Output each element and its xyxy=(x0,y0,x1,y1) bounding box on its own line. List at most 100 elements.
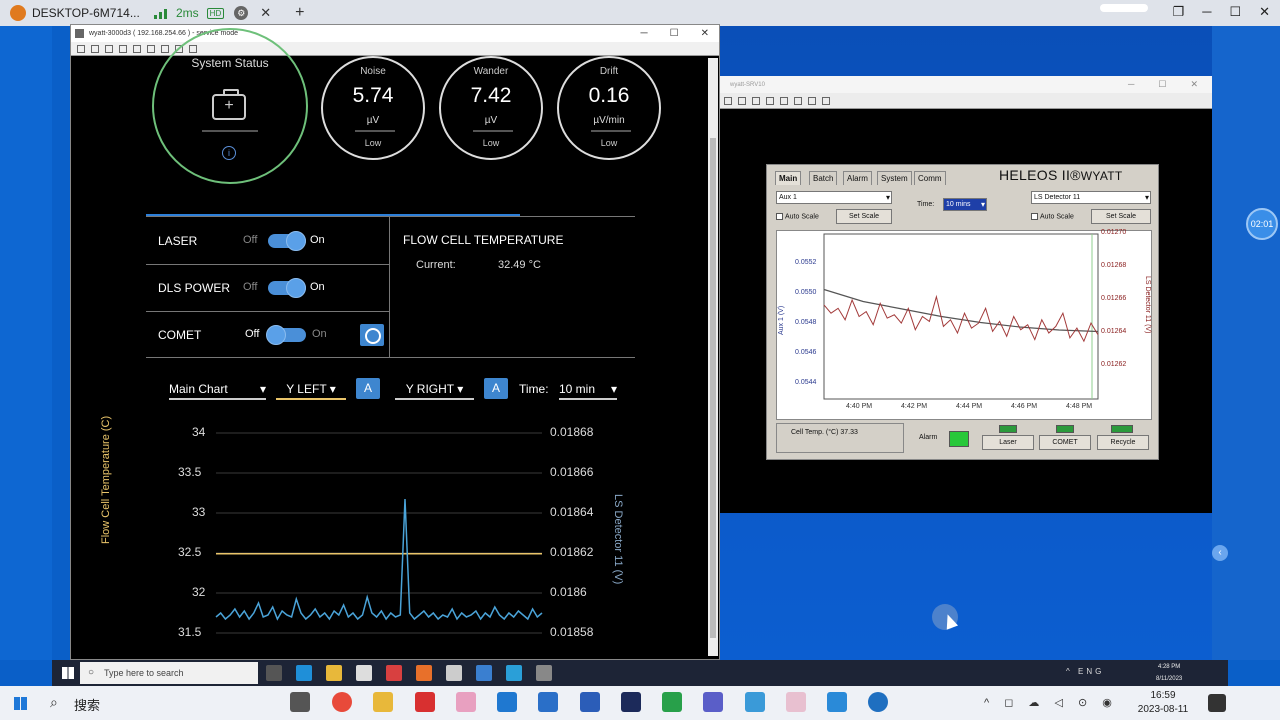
dls-power-toggle[interactable] xyxy=(268,278,306,298)
info-icon[interactable]: i xyxy=(222,146,236,160)
minimize-button[interactable]: ─ xyxy=(1202,4,1211,20)
teams-icon[interactable] xyxy=(703,692,723,712)
local-system-tray[interactable]: ^ ◻ ☁ ◁ ⊙ ◉ xyxy=(984,696,1118,709)
vertical-scrollbar[interactable] xyxy=(708,58,718,656)
maximize-button[interactable]: ☐ xyxy=(1158,79,1166,90)
app-icon[interactable] xyxy=(786,692,806,712)
new-tab-button[interactable]: + xyxy=(295,4,304,22)
tab-system[interactable]: System xyxy=(877,171,912,185)
toolbar-icon[interactable] xyxy=(808,96,816,105)
maximize-button[interactable]: ☐ xyxy=(670,28,679,39)
hd-badge[interactable]: HD xyxy=(206,7,225,19)
dls-power-label: DLS POWER xyxy=(158,281,231,295)
close-button[interactable]: ✕ xyxy=(701,28,709,39)
photoshop-icon[interactable] xyxy=(621,692,641,712)
toolbar-icon[interactable] xyxy=(77,44,85,53)
right-auto-scale-checkbox[interactable]: Auto Scale xyxy=(1031,213,1074,220)
minimize-button[interactable]: ─ xyxy=(1128,79,1134,90)
minimize-button[interactable]: ─ xyxy=(641,28,648,39)
app-icon[interactable] xyxy=(446,665,462,681)
toolbar-icon[interactable] xyxy=(133,44,141,53)
chevron-left-icon[interactable]: ‹ xyxy=(1212,545,1228,561)
settings-icon[interactable]: ⚙ xyxy=(234,6,249,20)
toolbar-icon[interactable] xyxy=(822,96,830,105)
local-search-label[interactable]: 搜索 xyxy=(74,695,100,714)
right-signal-select[interactable]: LS Detector 11 xyxy=(1031,191,1151,204)
mail-icon[interactable] xyxy=(497,692,517,712)
notification-icon[interactable] xyxy=(1208,694,1226,712)
app-icon[interactable] xyxy=(456,692,476,712)
toolbar-icon[interactable] xyxy=(766,96,774,105)
app-icon[interactable] xyxy=(662,692,682,712)
remote-search-box[interactable]: Type here to search xyxy=(80,662,258,684)
left-signal-select[interactable]: Aux 1 xyxy=(776,191,892,204)
time-select[interactable]: 10 mins xyxy=(943,198,987,211)
y-left-select[interactable]: Y LEFT ▾ xyxy=(276,382,346,400)
toolbar-icon[interactable] xyxy=(119,44,127,53)
comet-button[interactable]: COMET xyxy=(1039,435,1091,450)
toolbar-icon[interactable] xyxy=(147,44,155,53)
file-explorer-icon[interactable] xyxy=(326,665,342,681)
session-tab-title[interactable]: DESKTOP-6M714... xyxy=(32,6,144,20)
windows-start-icon[interactable] xyxy=(14,697,27,710)
timer-badge[interactable]: 02:01 xyxy=(1246,208,1278,240)
app-icon[interactable] xyxy=(416,665,432,681)
local-clock[interactable]: 16:59 2023-08-11 xyxy=(1128,689,1198,717)
task-view-icon[interactable] xyxy=(266,665,282,681)
toolbar-icon[interactable] xyxy=(161,44,169,53)
y-right-select[interactable]: Y RIGHT ▾ xyxy=(395,382,474,400)
section-divider xyxy=(146,216,635,217)
app-icon[interactable] xyxy=(356,665,372,681)
close-button[interactable]: ✕ xyxy=(1259,4,1270,20)
close-tab-button[interactable]: ✕ xyxy=(260,5,271,21)
maximize-button[interactable]: ☐ xyxy=(1229,4,1241,20)
remote-clock[interactable]: 4:28 PM 8/11/2023 xyxy=(1156,661,1182,685)
file-explorer-icon[interactable] xyxy=(373,692,393,712)
toolbar-icon[interactable] xyxy=(780,96,788,105)
ls-tick-label: 0.01268 xyxy=(1101,262,1127,269)
main-chart-select[interactable]: Main Chart ▾ xyxy=(169,382,266,400)
app-icon[interactable] xyxy=(386,665,402,681)
y-right-autoscale-button[interactable]: A xyxy=(484,378,508,399)
tab-batch[interactable]: Batch xyxy=(809,171,838,185)
close-button[interactable]: ✕ xyxy=(1190,79,1198,90)
tab-main[interactable]: Main xyxy=(775,171,802,185)
search-icon[interactable]: ⌕ xyxy=(50,694,58,711)
chrome-icon[interactable] xyxy=(332,692,352,712)
gauge-divider xyxy=(473,130,513,132)
app-icon[interactable] xyxy=(538,692,558,712)
toolbar-icon[interactable] xyxy=(724,96,732,105)
left-set-scale-button[interactable]: Set Scale xyxy=(836,209,892,224)
app-icon[interactable] xyxy=(868,692,888,712)
app-icon[interactable] xyxy=(827,692,847,712)
tab-comm[interactable]: Comm xyxy=(914,171,946,185)
scrollbar-thumb[interactable] xyxy=(710,138,716,638)
app-icon[interactable] xyxy=(745,692,765,712)
recycle-button[interactable]: Recycle xyxy=(1097,435,1149,450)
toolbar-icon[interactable] xyxy=(91,44,99,53)
app-icon[interactable] xyxy=(536,665,552,681)
laser-toggle[interactable] xyxy=(268,231,306,251)
y-left-autoscale-button[interactable]: A xyxy=(356,378,380,399)
app-icon[interactable] xyxy=(476,665,492,681)
laser-button[interactable]: Laser xyxy=(982,435,1034,450)
toolbar-icon[interactable] xyxy=(794,96,802,105)
comet-toggle[interactable] xyxy=(266,325,306,345)
toolbar-icon[interactable] xyxy=(752,96,760,105)
time-select[interactable]: 10 min ▾ xyxy=(559,382,617,400)
toolbar-icon[interactable] xyxy=(105,44,113,53)
word-icon[interactable] xyxy=(580,692,600,712)
tab-alarm[interactable]: Alarm xyxy=(843,171,872,185)
remote-system-tray[interactable]: ^ ENG xyxy=(1066,667,1104,676)
restore-button[interactable]: ❐ xyxy=(1173,4,1185,20)
app-icon[interactable] xyxy=(506,665,522,681)
edge-icon[interactable] xyxy=(296,665,312,681)
app-icon[interactable] xyxy=(415,692,435,712)
comet-schedule-button[interactable] xyxy=(360,324,384,346)
left-auto-scale-checkbox[interactable]: Auto Scale xyxy=(776,213,819,220)
task-view-icon[interactable] xyxy=(290,692,310,712)
windows-start-icon[interactable] xyxy=(62,667,74,679)
drag-handle[interactable] xyxy=(1100,4,1148,12)
toolbar-icon[interactable] xyxy=(738,96,746,105)
right-set-scale-button[interactable]: Set Scale xyxy=(1091,209,1151,224)
